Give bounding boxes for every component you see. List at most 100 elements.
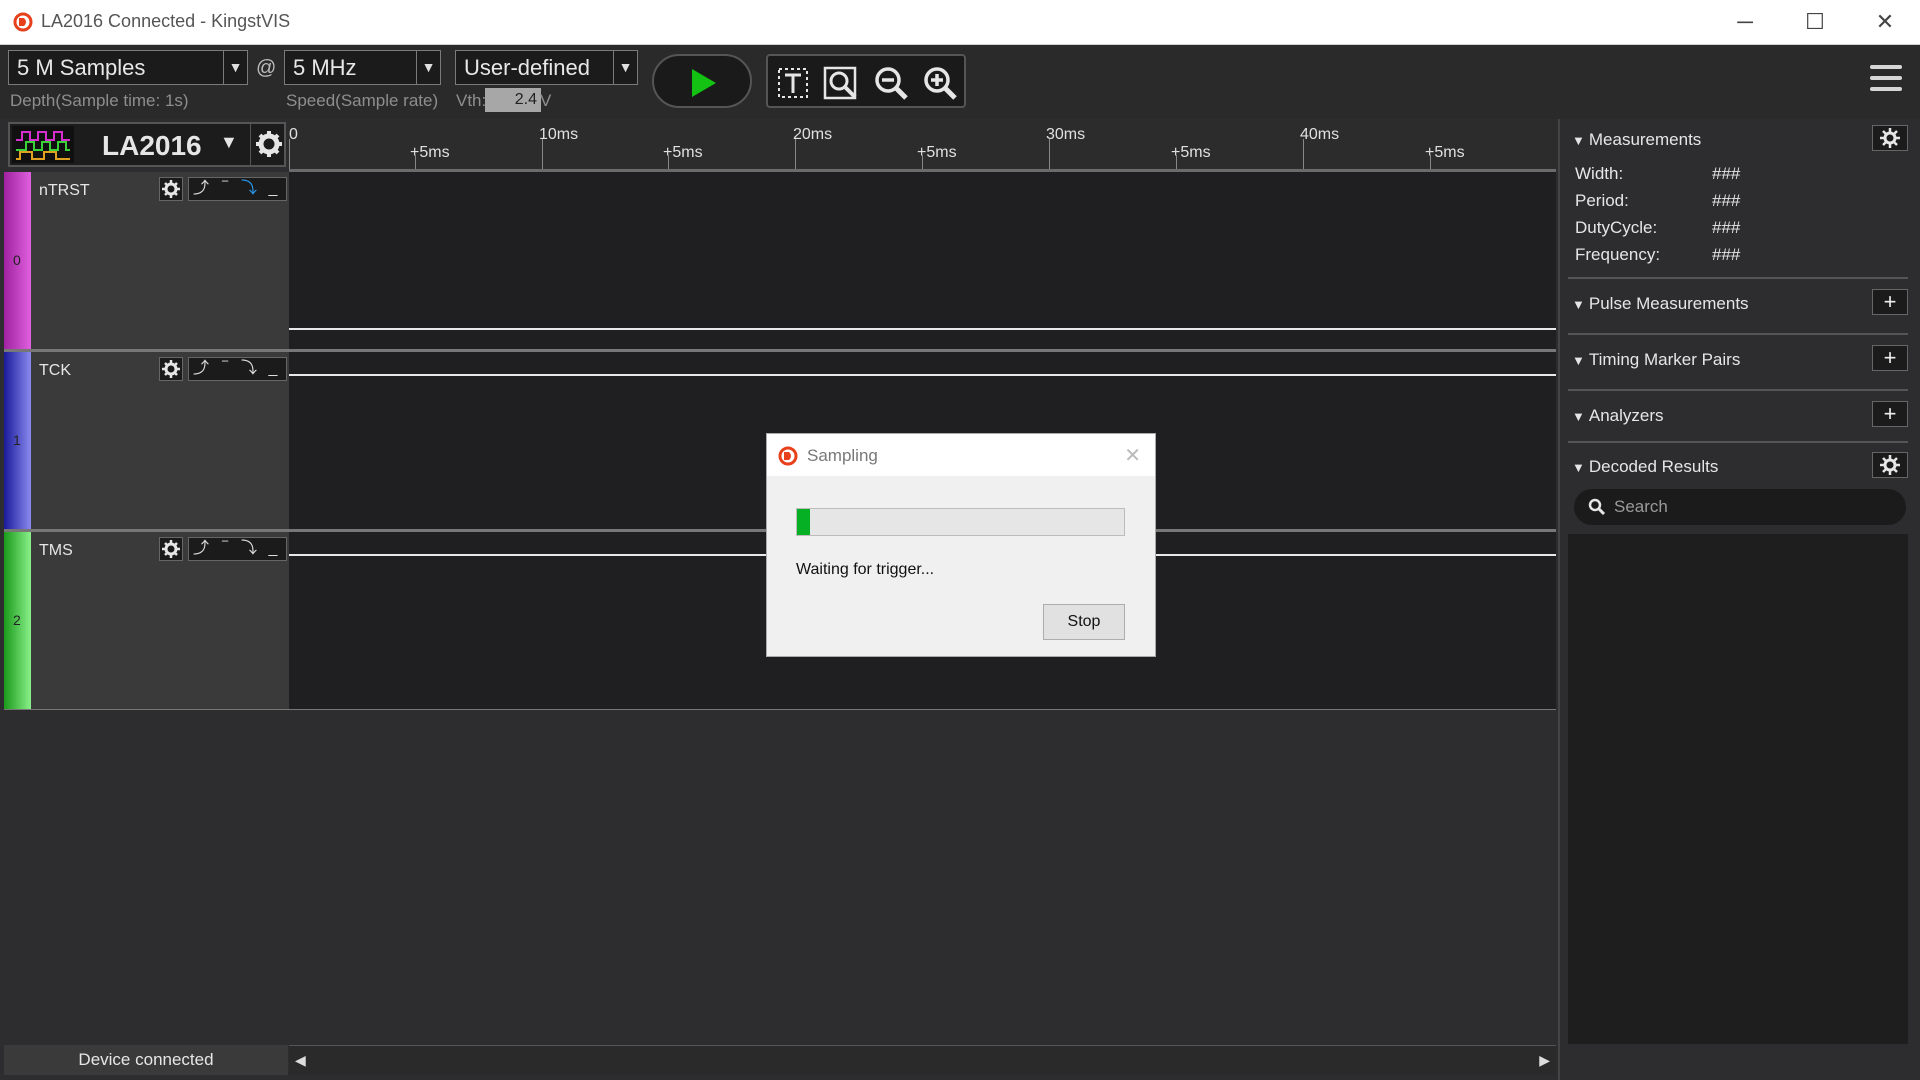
- vth-input[interactable]: 2.4: [485, 88, 541, 112]
- side-panel: ▼ Measurements Width: ### Period: ### Dut…: [1558, 119, 1920, 1080]
- measurements-settings-button[interactable]: [1872, 125, 1908, 151]
- collapse-triangle-icon: ▼: [1572, 460, 1585, 475]
- rising-edge-icon[interactable]: ⤴: [189, 538, 213, 560]
- chevron-down-icon: ▼: [416, 51, 440, 84]
- channel-header: nTRST ⤴ ‾ ⤵ _: [31, 172, 289, 350]
- high-level-icon[interactable]: ‾: [213, 178, 237, 200]
- channel-name[interactable]: TMS: [39, 542, 73, 560]
- sampling-dialog: Sampling ✕ Waiting for trigger... Stop: [766, 433, 1156, 657]
- close-window-button[interactable]: ✕: [1850, 0, 1920, 45]
- collapse-triangle-icon: ▼: [1572, 353, 1585, 368]
- plus-icon: +: [1883, 289, 1897, 314]
- rising-edge-icon[interactable]: ⤴: [189, 358, 213, 380]
- trigger-selector: ⤴ ‾ ⤵ _: [188, 537, 287, 561]
- chevron-down-icon[interactable]: ▼: [220, 132, 238, 153]
- view-tools: [766, 54, 966, 108]
- decoded-search: [1574, 489, 1906, 525]
- maximize-button[interactable]: ☐: [1780, 0, 1850, 45]
- text-cursor-button[interactable]: [773, 63, 813, 103]
- device-bar: LA2016 ▼: [8, 122, 286, 167]
- decoded-results-settings-button[interactable]: [1872, 452, 1908, 478]
- horizontal-scrollbar[interactable]: ◀ ▶: [289, 1045, 1556, 1075]
- ruler-tick: [415, 155, 416, 169]
- rising-edge-icon[interactable]: ⤴: [189, 178, 213, 200]
- low-level-icon[interactable]: _: [261, 538, 285, 560]
- device-name[interactable]: LA2016: [102, 130, 202, 162]
- analyzers-header[interactable]: ▼ Analyzers: [1572, 406, 1664, 426]
- window-title: LA2016 Connected - KingstVIS: [41, 11, 291, 31]
- gear-icon: [162, 180, 180, 198]
- falling-edge-icon[interactable]: ⤵: [237, 178, 261, 200]
- zoom-out-icon: [875, 67, 908, 100]
- threshold-select[interactable]: User-defined ▼: [455, 50, 638, 85]
- channel-settings-button[interactable]: [159, 357, 183, 381]
- depth-select[interactable]: 5 M Samples ▼: [8, 50, 248, 85]
- measurements-header[interactable]: ▼ Measurements: [1572, 130, 1701, 150]
- gear-icon: [1880, 128, 1900, 148]
- low-level-icon[interactable]: _: [261, 358, 285, 380]
- decoded-results-title: Decoded Results: [1588, 457, 1719, 476]
- time-ruler[interactable]: 0 10ms 20ms 30ms 40ms +5ms +5ms +5ms +5m…: [289, 120, 1556, 172]
- ruler-tick: [922, 155, 923, 169]
- device-settings-button[interactable]: [250, 124, 286, 165]
- stop-button[interactable]: Stop: [1043, 604, 1125, 640]
- menu-button[interactable]: [1870, 62, 1902, 94]
- low-level-icon[interactable]: _: [261, 178, 285, 200]
- ruler-major-label: 20ms: [793, 126, 833, 143]
- gear-icon: [256, 131, 282, 157]
- depth-label: Depth(Sample time: 1s): [10, 91, 189, 110]
- empty-channel-area: [4, 710, 1556, 1045]
- zoom-fit-button[interactable]: [822, 63, 862, 103]
- section-divider: [1568, 333, 1908, 335]
- vth-label: Vth:: [456, 91, 487, 110]
- ruler-tick: [542, 139, 543, 169]
- dialog-title: Sampling: [807, 446, 878, 465]
- depth-value: 5 M Samples: [17, 55, 146, 80]
- title-bar: LA2016 Connected - KingstVIS ─ ☐ ✕: [0, 0, 1920, 45]
- scroll-left-icon[interactable]: ◀: [295, 1052, 306, 1069]
- pulse-measurements-header[interactable]: ▼ Pulse Measurements: [1572, 294, 1749, 314]
- trigger-selector: ⤴ ‾ ⤵ _: [188, 357, 287, 381]
- ruler-tick: [1049, 139, 1050, 169]
- speed-value: 5 MHz: [293, 55, 357, 80]
- channel-name[interactable]: nTRST: [39, 182, 90, 200]
- channel-color-bar: 2: [4, 532, 31, 710]
- falling-edge-icon[interactable]: ⤵: [237, 538, 261, 560]
- ruler-major-label: 0: [289, 126, 298, 143]
- waveform-area[interactable]: [289, 172, 1556, 350]
- decoded-results-list[interactable]: [1568, 534, 1908, 1044]
- high-level-icon[interactable]: ‾: [213, 538, 237, 560]
- add-analyzer-button[interactable]: +: [1872, 401, 1908, 427]
- timing-marker-pairs-header[interactable]: ▼ Timing Marker Pairs: [1572, 350, 1740, 370]
- close-icon[interactable]: ✕: [1124, 443, 1141, 468]
- channel-settings-button[interactable]: [159, 177, 183, 201]
- ruler-tick: [795, 139, 796, 169]
- channel-name[interactable]: TCK: [39, 362, 71, 380]
- dialog-message: Waiting for trigger...: [796, 561, 935, 578]
- add-pulse-measurement-button[interactable]: +: [1872, 289, 1908, 315]
- ruler-major-label: 30ms: [1046, 126, 1086, 143]
- threshold-value: User-defined: [464, 55, 590, 80]
- text-cursor-icon: [778, 68, 808, 98]
- kingst-logo-icon: [13, 12, 33, 32]
- zoom-out-button[interactable]: [871, 63, 911, 103]
- channel-color-bar: 0: [4, 172, 31, 350]
- dialog-title-bar: Sampling ✕: [767, 434, 1155, 476]
- minimize-button[interactable]: ─: [1710, 0, 1780, 45]
- decoded-results-header[interactable]: ▼ Decoded Results: [1572, 457, 1718, 477]
- channel-row: 0 nTRST ⤴ ‾ ⤵ _: [4, 172, 1556, 352]
- falling-edge-icon[interactable]: ⤵: [237, 358, 261, 380]
- add-timing-marker-button[interactable]: +: [1872, 345, 1908, 371]
- search-input[interactable]: [1614, 494, 1884, 520]
- progress-fill: [797, 509, 811, 535]
- scroll-right-icon[interactable]: ▶: [1539, 1052, 1550, 1069]
- zoom-in-button[interactable]: [920, 63, 960, 103]
- ruler-tick: [668, 155, 669, 169]
- ruler-tick: [1303, 139, 1304, 169]
- high-level-icon[interactable]: ‾: [213, 358, 237, 380]
- speed-select[interactable]: 5 MHz ▼: [284, 50, 441, 85]
- channel-color-bar: 1: [4, 352, 31, 530]
- collapse-triangle-icon: ▼: [1572, 409, 1585, 424]
- channel-settings-button[interactable]: [159, 537, 183, 561]
- start-button[interactable]: [652, 54, 752, 108]
